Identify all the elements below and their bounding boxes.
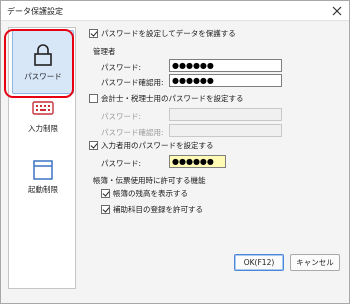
- show-balance-checkbox[interactable]: [101, 189, 110, 198]
- input-user-option[interactable]: 入力者用のパスワードを設定する: [89, 140, 214, 151]
- window-icon: [33, 160, 53, 180]
- permissions-heading: 帳簿・伝票使用時に許可する機能: [93, 176, 206, 185]
- allow-sub-accounts-label: 補助科目の登録を許可する: [113, 205, 203, 214]
- window-title: データ保護設定: [7, 7, 63, 16]
- accountant-confirm-label: パスワード確認用:: [101, 128, 164, 137]
- accountant-confirm-field[interactable]: [169, 124, 282, 137]
- accountant-password-label: パスワード:: [101, 112, 142, 121]
- sidebar-item-input-restriction[interactable]: 入力制限: [12, 96, 74, 160]
- ok-button[interactable]: OK(F12): [234, 254, 284, 271]
- dialog-window: データ保護設定 パスワード 入力制限 起動制限 パスワードを設定してデータを保護…: [0, 0, 350, 304]
- accountant-label: 会計士・税理士用のパスワードを設定する: [101, 94, 244, 103]
- title-bar: データ保護設定: [1, 1, 349, 21]
- sidebar-item-label: 入力制限: [28, 124, 58, 133]
- password-settings-panel: パスワードを設定してデータを保護する 管理者 パスワード: ●●●●●● パスワ…: [89, 27, 339, 247]
- admin-heading: 管理者: [93, 47, 116, 56]
- cancel-button[interactable]: キャンセル: [290, 254, 340, 271]
- close-icon[interactable]: [330, 4, 344, 18]
- show-balance-label: 帳簿の残高を表示する: [113, 189, 188, 198]
- allow-sub-accounts-option[interactable]: 補助科目の登録を許可する: [101, 204, 203, 215]
- accountant-checkbox[interactable]: [89, 94, 98, 103]
- admin-confirm-label: パスワード確認用:: [101, 78, 164, 87]
- keyboard-icon: [32, 101, 54, 115]
- admin-confirm-field[interactable]: ●●●●●●: [169, 74, 282, 87]
- sidebar-item-label: 起動制限: [28, 185, 58, 194]
- highlight-annotation: [4, 29, 74, 98]
- admin-password-label: パスワード:: [101, 63, 142, 72]
- accountant-option[interactable]: 会計士・税理士用のパスワードを設定する: [89, 93, 244, 104]
- accountant-password-field[interactable]: [169, 108, 282, 121]
- protect-data-option[interactable]: パスワードを設定してデータを保護する: [89, 28, 236, 39]
- input-user-password-label: パスワード:: [101, 159, 142, 168]
- input-user-label: 入力者用のパスワードを設定する: [101, 141, 214, 150]
- protect-data-checkbox[interactable]: [89, 29, 98, 38]
- protect-data-label: パスワードを設定してデータを保護する: [101, 29, 236, 38]
- show-balance-option[interactable]: 帳簿の残高を表示する: [101, 188, 188, 199]
- input-user-password-field[interactable]: ●●●●●●: [169, 155, 226, 168]
- admin-password-field[interactable]: ●●●●●●: [169, 59, 282, 72]
- allow-sub-accounts-checkbox[interactable]: [101, 205, 110, 214]
- input-user-checkbox[interactable]: [89, 141, 98, 150]
- sidebar-item-launch-restriction[interactable]: 起動制限: [12, 156, 74, 220]
